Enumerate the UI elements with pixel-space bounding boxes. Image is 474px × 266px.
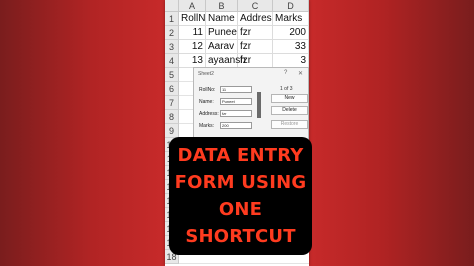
banner-line: SHORTCUT [185, 226, 296, 247]
cell-rollno[interactable]: 12 [179, 40, 206, 54]
field-label-name: Name: [199, 99, 214, 105]
cell-address[interactable]: fzr [238, 40, 273, 54]
rollno-field[interactable]: 11 [220, 86, 252, 93]
dialog-title: Sheet2 [198, 71, 214, 77]
cell-name[interactable]: Aarav [206, 40, 238, 54]
column-header-a[interactable]: A [179, 0, 206, 12]
help-icon[interactable]: ? [284, 70, 287, 76]
row-number[interactable]: 4 [165, 54, 179, 68]
banner-line: DATA ENTRY [177, 145, 304, 166]
banner-line: ONE [218, 199, 263, 220]
header-cell-name[interactable]: Name [206, 12, 238, 26]
select-all-corner[interactable] [165, 0, 179, 12]
delete-button[interactable]: Delete [271, 106, 308, 115]
row-number[interactable]: 7 [165, 96, 179, 110]
row-number[interactable]: 2 [165, 26, 179, 40]
row-number[interactable]: 3 [165, 40, 179, 54]
cell-rollno[interactable]: 11 [179, 26, 206, 40]
row-number[interactable]: 6 [165, 82, 179, 96]
cell-address[interactable]: fzr [238, 26, 273, 40]
cell-name[interactable]: Puneet [206, 26, 238, 40]
address-field[interactable]: fzr [220, 110, 252, 117]
column-header-c[interactable]: C [238, 0, 273, 12]
cell-name[interactable]: ayaansh [206, 54, 246, 68]
banner-line: FORM USING [174, 172, 307, 193]
close-icon[interactable]: ✕ [298, 70, 303, 77]
title-banner: DATA ENTRY FORM USING ONE SHORTCUT [169, 137, 312, 255]
cell-marks[interactable]: 200 [273, 26, 309, 40]
new-button[interactable]: New [271, 94, 308, 103]
cell-rollno[interactable]: 13 [179, 54, 206, 68]
record-indicator: 1 of 3 [280, 86, 293, 92]
background-right [309, 0, 474, 266]
row-number[interactable]: 9 [165, 124, 179, 138]
field-label-rollno: RollNo: [199, 87, 216, 93]
record-scrollbar[interactable] [257, 92, 261, 118]
marks-field[interactable]: 200 [220, 122, 252, 129]
cell-marks[interactable]: 33 [273, 40, 309, 54]
row-number[interactable]: 5 [165, 68, 179, 82]
header-cell-rollno[interactable]: RollNo [179, 12, 206, 26]
restore-button[interactable]: Restore [271, 120, 308, 129]
row-number[interactable]: 8 [165, 110, 179, 124]
column-header-d[interactable]: D [273, 0, 309, 12]
field-label-marks: Marks: [199, 123, 214, 129]
row-number[interactable]: 1 [165, 12, 179, 26]
name-field[interactable]: Puneet [220, 98, 252, 105]
header-cell-address[interactable]: Address [238, 12, 273, 26]
cell-address[interactable]: fzr [238, 54, 273, 68]
background-left [0, 0, 165, 266]
field-label-address: Address: [199, 111, 219, 117]
column-header-b[interactable]: B [206, 0, 238, 12]
cell-marks[interactable]: 3 [273, 54, 309, 68]
header-cell-marks[interactable]: Marks [273, 12, 309, 26]
